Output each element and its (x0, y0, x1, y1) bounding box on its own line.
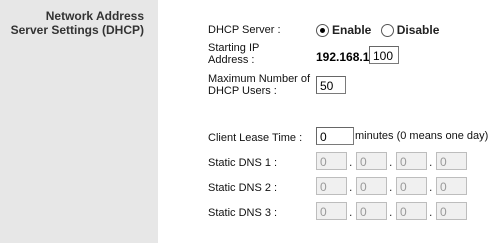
max-users-label-line2: DHCP Users : (208, 85, 277, 97)
static-dns3-octet4[interactable]: 0 (436, 202, 467, 220)
static-dns1-octet2[interactable]: 0 (356, 152, 387, 170)
section-title-line1: Network Address (45, 9, 144, 23)
static-dns3-label: Static DNS 3 : (208, 207, 278, 219)
lease-time-label: Client Lease Time : (208, 132, 303, 144)
octet-separator: . (389, 155, 393, 169)
starting-ip-label-line1: Starting IP (208, 42, 260, 54)
static-dns2-octet4[interactable]: 0 (436, 177, 467, 195)
octet-separator: . (349, 155, 353, 169)
dhcp-server-radio-group: Enable Disable (316, 22, 439, 37)
static-dns2-label: Static DNS 2 : (208, 182, 278, 194)
starting-ip-input[interactable]: 100 (369, 46, 399, 64)
max-users-input[interactable]: 50 (316, 76, 346, 94)
static-dns2-octet1[interactable]: 0 (316, 177, 347, 195)
octet-separator: . (349, 205, 353, 219)
octet-separator: . (389, 205, 393, 219)
radio-selected-icon (316, 23, 329, 37)
section-title: Network Address Server Settings (DHCP) (0, 9, 144, 37)
starting-ip-label: Starting IP Address : (208, 42, 259, 66)
section-title-line2: Server Settings (DHCP) (10, 23, 144, 37)
static-dns3-octet3[interactable]: 0 (396, 202, 427, 220)
starting-ip-label-line2: Address : (208, 54, 255, 66)
max-users-label: Maximum Number of DHCP Users : (208, 73, 310, 97)
static-dns3-octet2[interactable]: 0 (356, 202, 387, 220)
max-users-label-line1: Maximum Number of (208, 73, 311, 85)
octet-separator: . (429, 205, 433, 219)
dhcp-server-label: DHCP Server : (208, 24, 281, 36)
static-dns2-octet2[interactable]: 0 (356, 177, 387, 195)
static-dns2-octet3[interactable]: 0 (396, 177, 427, 195)
dhcp-enable-radio[interactable]: Enable (316, 22, 371, 37)
radio-unselected-icon (380, 23, 394, 37)
lease-time-input[interactable]: 0 (316, 127, 354, 145)
static-dns1-octet1[interactable]: 0 (316, 152, 347, 170)
octet-separator: . (429, 180, 433, 194)
static-dns1-label: Static DNS 1 : (208, 157, 278, 169)
panel-divider (158, 0, 161, 243)
dhcp-enable-label: Enable (332, 23, 372, 38)
dhcp-disable-radio[interactable]: Disable (380, 22, 440, 38)
static-dns1-octet3[interactable]: 0 (396, 152, 427, 170)
octet-separator: . (349, 180, 353, 194)
section-sidebar: Network Address Server Settings (DHCP) (0, 0, 158, 243)
starting-ip-prefix: 192.168.1. (316, 50, 373, 64)
lease-time-hint: minutes (0 means one day) (355, 130, 489, 142)
static-dns3-octet1[interactable]: 0 (316, 202, 347, 220)
octet-separator: . (389, 180, 393, 194)
octet-separator: . (429, 155, 433, 169)
dhcp-disable-label: Disable (396, 23, 440, 38)
static-dns1-octet4[interactable]: 0 (436, 152, 467, 170)
